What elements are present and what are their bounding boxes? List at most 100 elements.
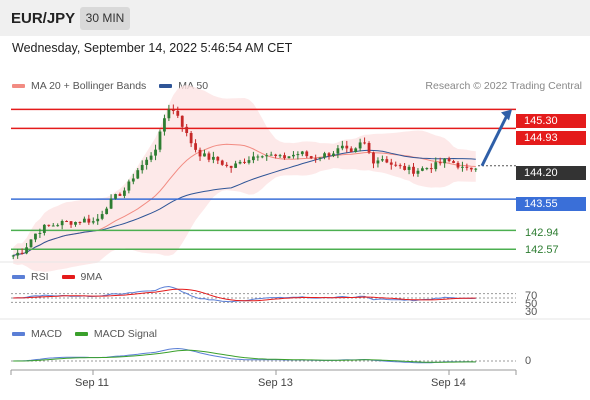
candle-body [74,221,77,225]
candle-body [167,109,171,119]
candle-body [309,156,313,159]
macd-swatch-icon [12,332,25,336]
candle-body [131,178,135,182]
candle-body [87,218,91,223]
candle-body [185,126,189,134]
candle-body [260,156,264,158]
candle-body [216,156,220,161]
candle-body [34,233,37,240]
macd-legend: MACD MACD Signal [12,328,170,340]
candle-body [140,164,144,171]
candle-body [372,152,375,164]
candle-body [65,221,68,223]
candle-body [296,154,300,156]
candle-body [456,162,460,168]
candle-body [25,247,28,254]
x-tick-sep11: Sep 11 [75,377,110,389]
candle-body [474,168,478,170]
candle-body [123,190,126,196]
candle-body [278,155,282,157]
candle-body [163,118,166,132]
rsi-level-30: 30 [525,306,538,318]
macd-zero-label: 0 [525,355,532,367]
x-tick-sep14: Sep 14 [431,377,466,389]
candle-body [323,153,326,158]
candle-body [256,156,260,158]
candle-body [118,194,122,196]
last-price-tag: 144.20 [516,166,586,180]
candle-body [465,166,469,168]
candle-body [287,156,291,159]
candle-body [274,154,278,156]
legend-macd: MACD [12,328,62,340]
candle-body [11,255,15,257]
candle-body [389,162,393,165]
price-chart[interactable] [0,0,590,400]
candle-body [376,160,380,164]
candle-body [292,154,295,157]
candle-body [47,224,51,226]
candle-body [29,239,33,248]
candle-body [176,110,180,116]
candle-body [42,224,46,233]
candle-body [251,156,255,161]
candle-body [225,164,229,166]
candle-body [461,166,464,168]
candle-body [69,221,73,225]
legend-macd-signal-label: MACD Signal [93,328,157,340]
candle-body [154,149,157,156]
candle-body [416,170,420,174]
candle-body [367,143,371,153]
candle-body [82,218,86,223]
support-1-label: 142.94 [525,227,559,239]
candle-body [158,131,162,150]
candle-body [429,168,433,170]
rsi-legend: RSI 9MA [12,271,115,283]
candle-body [38,232,42,234]
candle-body [452,161,455,163]
candle-body [16,252,20,256]
candle-body [269,154,273,156]
candle-body [438,162,442,164]
candle-body [109,198,113,209]
candle-body [340,145,344,149]
legend-rsi-label: RSI [31,271,49,283]
candle-body [407,166,411,170]
candle-body [380,159,384,161]
candle-body [349,148,353,152]
candle-body [412,166,415,174]
candle-body [327,153,331,156]
candle-body [194,143,197,150]
candle-body [234,163,238,168]
candle-body [96,218,100,222]
candle-body [398,165,402,167]
candle-body [425,168,429,170]
9ma-swatch-icon [61,275,75,279]
candle-body [189,133,193,144]
candle-body [229,165,233,168]
candle-body [60,221,64,226]
candle-body [145,159,149,165]
bollinger-band [13,85,476,272]
candle-body [127,181,131,191]
candle-body [354,148,358,152]
candle-body [207,153,211,160]
candle-body [469,167,473,170]
candle-body [243,161,246,163]
candle-body [91,221,95,223]
candle-body [345,145,349,149]
rsi-9ma-line [13,288,476,302]
resistance-2-tag: 145.30 [516,114,586,128]
projection-arrow-shaft [480,114,509,167]
candle-body [238,161,242,164]
resistance-1-tag: 144.93 [516,131,586,145]
support-2-label: 142.57 [525,244,559,256]
pivot-tag: 143.55 [516,197,586,211]
candle-body [385,159,389,163]
legend-macd-label: MACD [31,328,62,340]
candle-body [51,225,55,227]
candle-body [265,155,269,157]
candle-body [421,168,424,171]
candle-body [394,164,398,166]
candle-body [318,157,322,159]
